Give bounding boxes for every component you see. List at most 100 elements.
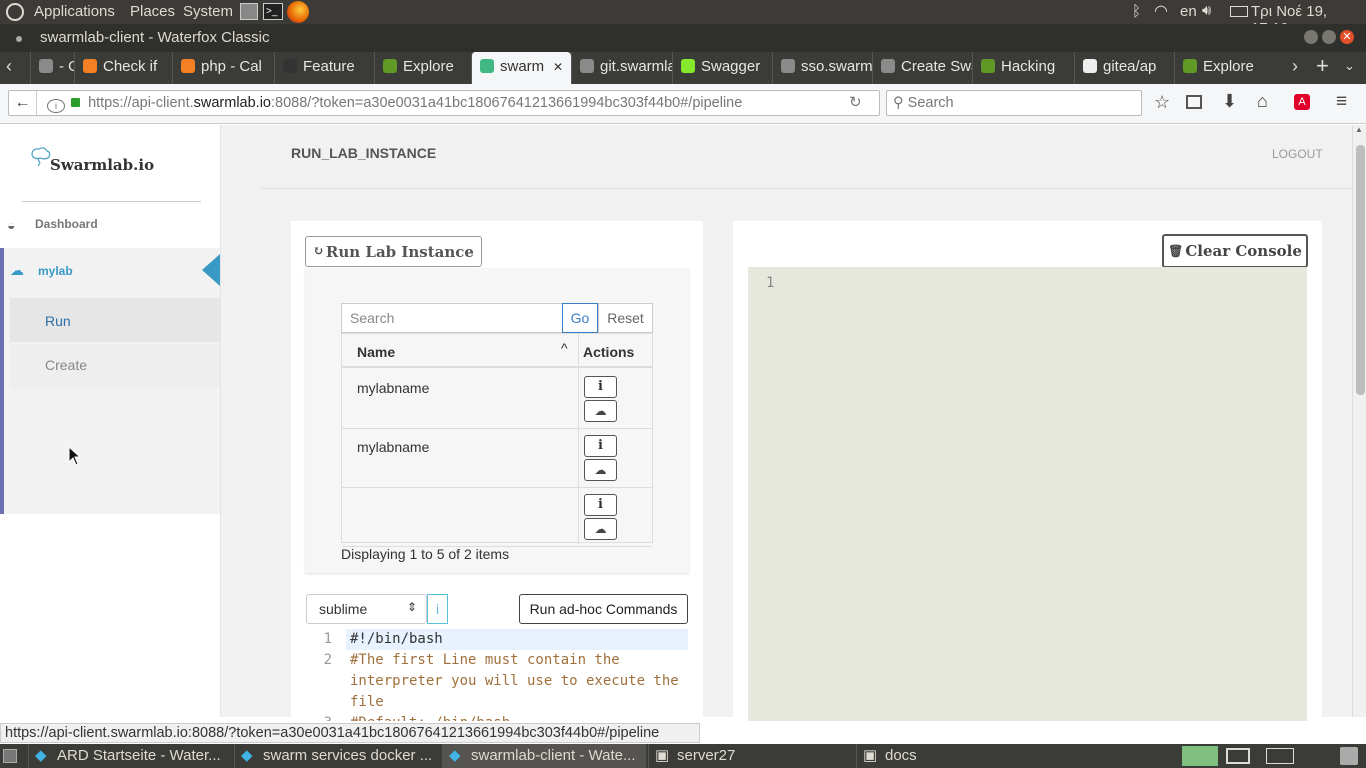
browser-status-bar: https://api-client.swarmlab.io:8088/?tok… (0, 723, 700, 743)
url-prefix: https://api-client. (88, 95, 194, 111)
browser-tab[interactable]: sso.swarml (772, 52, 872, 84)
tab-label: Hacking (1001, 58, 1056, 75)
tabs-scroll-right-icon[interactable]: › (1292, 56, 1298, 77)
bluetooth-icon[interactable]: ᛒ (1132, 3, 1141, 20)
back-icon[interactable]: ← (9, 91, 37, 115)
sidebar-item-run[interactable]: Run (10, 298, 220, 342)
tab-label: Explore (1203, 58, 1254, 75)
trash-applet-icon[interactable] (1340, 747, 1358, 765)
volume-icon[interactable]: 🔊︎ (1202, 2, 1211, 19)
browser-tab[interactable]: Check if (74, 52, 172, 84)
firefox-icon[interactable] (287, 1, 309, 23)
close-tab-icon[interactable]: ✕ (553, 52, 563, 82)
sidebar-item-run-label: Run (45, 313, 71, 329)
menu-applications[interactable]: Applications (34, 3, 115, 20)
tab-favicon-icon (283, 59, 297, 73)
row-info-button[interactable]: i (584, 376, 617, 398)
sidebar-group-label[interactable]: mylab (38, 264, 73, 278)
show-desktop-icon[interactable] (3, 749, 17, 763)
hamburger-menu-icon[interactable]: ≡ (1336, 91, 1347, 113)
terminal-icon[interactable]: >_ (263, 3, 283, 20)
scroll-up-icon[interactable]: ▲ (1355, 125, 1363, 134)
trash-icon: 🗑︎ (1168, 244, 1184, 258)
taskbar-window-button[interactable]: ◆ swarm services docker ... (234, 744, 440, 768)
code-editor[interactable]: 1 #!/bin/bash 2 #The first Line must contai… (306, 627, 688, 721)
workspace-2-icon[interactable] (1226, 748, 1250, 764)
theme-select[interactable]: sublime ⇕ (306, 594, 427, 624)
bookmark-star-icon[interactable]: ☆ (1154, 92, 1170, 113)
page-info-icon[interactable]: i (47, 99, 66, 113)
browser-tab[interactable]: git.swarmla (571, 52, 672, 84)
menu-places[interactable]: Places (130, 3, 175, 20)
tab-label: Swagger (701, 58, 761, 75)
reading-list-icon[interactable] (1186, 95, 1202, 109)
go-button[interactable]: Go (562, 303, 598, 333)
minimize-icon[interactable] (1304, 30, 1318, 44)
logout-link[interactable]: LOGOUT (1272, 147, 1323, 161)
maximize-icon[interactable] (1322, 30, 1336, 44)
table-row: mylabname i ☁ (342, 370, 652, 429)
taskbar-window-button[interactable]: ▣ server27 (648, 744, 854, 768)
editor-line-text: interpreter you will use to execute the (350, 673, 679, 689)
sidebar-item-dashboard[interactable]: Dashboard (35, 217, 98, 231)
browser-tab[interactable]: Hacking (972, 52, 1074, 84)
browser-tab[interactable]: Create Swar (872, 52, 972, 84)
keyboard-layout[interactable]: en (1180, 3, 1197, 20)
browser-tab[interactable]: php - Cal (172, 52, 274, 84)
workspace-1-icon[interactable] (1182, 746, 1218, 766)
column-name[interactable]: Name (357, 344, 395, 360)
tabs-scroll-left-icon[interactable]: ‹ (6, 56, 12, 77)
taskbar-window-button[interactable]: ▣ docs (856, 744, 1056, 768)
taskbar-label: swarmlab-client - Wate... (471, 747, 636, 764)
editor-line-text: #!/bin/bash (350, 631, 443, 647)
brand-name[interactable]: Swarmlab.io (50, 156, 154, 174)
wifi-icon[interactable]: ◠ (1154, 1, 1168, 21)
taskbar-label: swarm services docker ... (263, 747, 433, 764)
workspace-3-icon[interactable] (1266, 748, 1294, 764)
terminal-icon: ▣ (863, 747, 878, 764)
clear-console-button[interactable]: 🗑︎ Clear Console (1162, 234, 1308, 268)
taskbar-window-button[interactable]: ◆ swarmlab-client - Wate... (442, 744, 646, 768)
tab-label: Check if (103, 58, 158, 75)
downloads-icon[interactable]: ⬇ (1222, 91, 1237, 112)
table-header: Name ^ Actions (342, 334, 652, 544)
taskbar-window-button[interactable]: ◆ ARD Startseite - Water... (28, 744, 232, 768)
reload-icon[interactable]: ↻ (849, 91, 862, 115)
row-cloud-run-button[interactable]: ☁ (584, 400, 617, 422)
tab-favicon-icon (1183, 59, 1197, 73)
browser-tab[interactable]: gitea/ap (1074, 52, 1174, 84)
browser-tab[interactable]: - Gu (30, 52, 74, 84)
sidebar-item-create[interactable]: Create (10, 344, 220, 388)
lab-search-input[interactable]: Search (341, 303, 563, 333)
scrollbar-thumb[interactable] (1356, 145, 1365, 395)
browser-tab[interactable]: Swagger (672, 52, 772, 84)
page-scrollbar[interactable]: ▲ (1352, 125, 1366, 717)
browser-tab[interactable]: Explore (374, 52, 471, 84)
close-window-icon[interactable]: ✕ (1340, 30, 1354, 44)
browser-tab[interactable]: Explore (1174, 52, 1274, 84)
search-bar[interactable]: ⚲ Search (886, 90, 1142, 116)
row-info-button[interactable]: i (584, 494, 617, 516)
new-tab-icon[interactable]: + (1316, 53, 1329, 79)
row-cloud-run-button[interactable]: ☁ (584, 518, 617, 540)
console-output[interactable]: 1 (748, 267, 1307, 721)
reset-button[interactable]: Reset (598, 303, 653, 333)
row-cloud-run-button[interactable]: ☁ (584, 459, 617, 481)
url-domain: swarmlab.io (193, 95, 271, 111)
system-logo-icon[interactable] (6, 3, 24, 21)
home-icon[interactable]: ⌂ (1257, 91, 1268, 112)
tab-list-icon[interactable]: ⌄ (1344, 58, 1355, 74)
run-lab-instance-button[interactable]: ↻ Run Lab Instance (305, 236, 482, 267)
url-bar[interactable]: ← i https://api-client.swarmlab.io:8088/… (8, 90, 880, 116)
addon-icon[interactable]: A (1294, 94, 1310, 110)
menu-system[interactable]: System (183, 3, 233, 20)
sort-ascending-icon[interactable]: ^ (561, 340, 568, 356)
editor-line-number: 2 (323, 652, 332, 668)
editor-info-button[interactable]: i (427, 594, 448, 624)
run-adhoc-button[interactable]: Run ad-hoc Commands (519, 594, 688, 624)
browser-tab[interactable]: Feature (274, 52, 374, 84)
file-manager-icon[interactable] (240, 3, 258, 20)
browser-tab[interactable]: swarm ✕ (471, 52, 571, 84)
battery-icon[interactable] (1230, 6, 1248, 17)
row-info-button[interactable]: i (584, 435, 617, 457)
